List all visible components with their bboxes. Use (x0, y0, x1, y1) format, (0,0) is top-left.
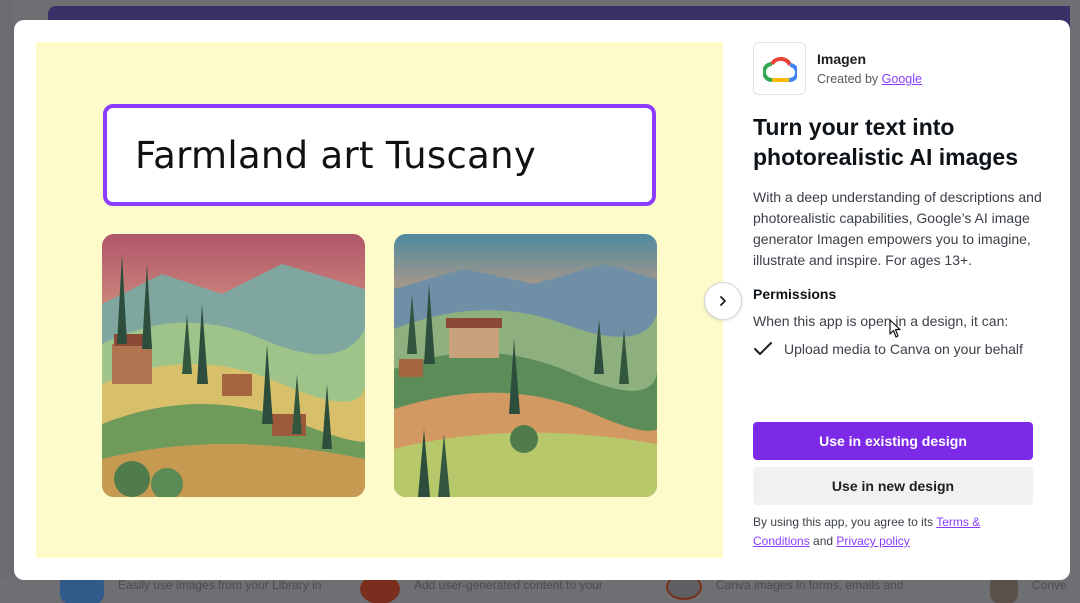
permissions-title: Permissions (753, 286, 837, 302)
terms-notice: By using this app, you agree to its Term… (753, 513, 1023, 551)
app-details-modal: Farmland art Tuscany Imagen Created by G… (14, 20, 1070, 580)
use-in-existing-design-button[interactable]: Use in existing design (753, 422, 1033, 460)
background-card: Add user-generated content to your (360, 578, 603, 603)
privacy-link[interactable]: Privacy policy (836, 534, 909, 548)
prompt-example-text: Farmland art Tuscany (135, 133, 537, 177)
use-in-new-design-button[interactable]: Use in new design (753, 467, 1033, 505)
app-preview-panel: Farmland art Tuscany (36, 42, 723, 558)
background-card-text: Canva images in forms, emails and (716, 578, 904, 592)
app-description: With a deep understanding of description… (753, 189, 1042, 268)
app-heading: Turn your text into photorealistic AI im… (753, 114, 1018, 170)
library-app-icon (60, 578, 104, 603)
background-card-text: Easily use images from your Library in (118, 578, 322, 592)
next-preview-button[interactable] (704, 282, 742, 320)
google-cloud-icon (762, 56, 797, 82)
chevron-right-icon (720, 296, 726, 306)
generated-image-2 (394, 234, 657, 497)
convert-app-icon (990, 578, 1018, 603)
permission-item: Upload media to Canva on your behalf (753, 340, 1023, 358)
background-right-strip (1070, 0, 1080, 603)
terms-prefix: By using this app, you agree to its (753, 515, 937, 529)
background-card-text: Conve (1032, 578, 1067, 592)
background-left-strip (0, 0, 14, 603)
background-card: Canva images in forms, emails and (666, 578, 903, 603)
terms-middle: and (809, 534, 837, 548)
created-by-label: Created by (817, 72, 879, 86)
creator-link[interactable]: Google (882, 72, 922, 86)
background-app-cards: Easily use images from your Library in A… (0, 578, 1080, 603)
generated-image-1 (102, 234, 365, 497)
check-icon (753, 340, 775, 358)
prompt-example-box: Farmland art Tuscany (103, 104, 656, 206)
background-card: Easily use images from your Library in (60, 578, 321, 603)
background-card-text: Add user-generated content to your (414, 578, 603, 592)
background-card: Conve (990, 578, 1067, 603)
app-logo (753, 42, 806, 95)
app-name: Imagen (817, 51, 867, 67)
permissions-subtitle: When this app is open in a design, it ca… (753, 313, 1009, 329)
mouse-cursor-icon (889, 319, 901, 338)
ugc-app-icon (360, 578, 400, 603)
am-app-icon (666, 578, 702, 600)
app-creator-line: Created by Google (817, 72, 922, 86)
permission-item-label: Upload media to Canva on your behalf (784, 341, 1023, 357)
